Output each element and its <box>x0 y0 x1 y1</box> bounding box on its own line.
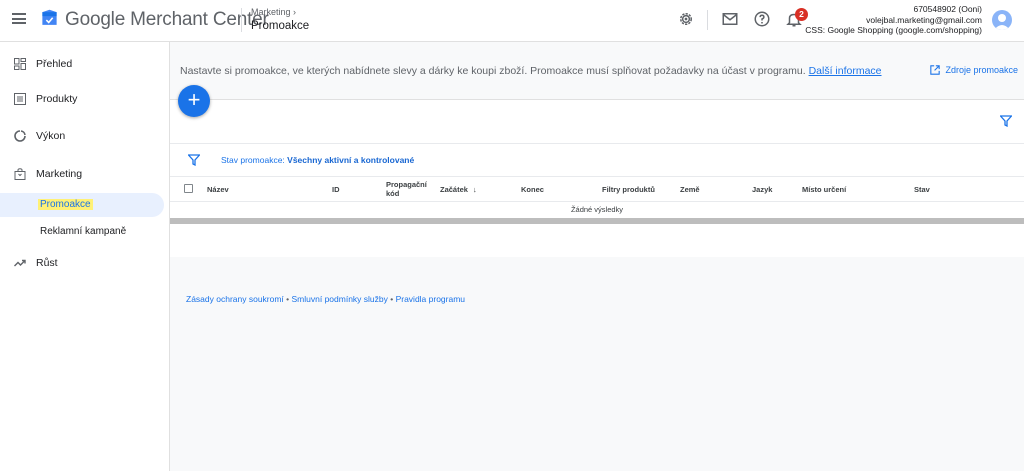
dashboard-icon <box>14 58 26 70</box>
empty-results-text: Žádné výsledky <box>570 205 624 214</box>
terms-of-service-link[interactable]: Smluvní podmínky služby <box>292 294 388 304</box>
filter-icon <box>188 154 200 166</box>
trending-up-icon <box>14 259 26 267</box>
column-header-status[interactable]: Stav <box>914 185 930 194</box>
sidebar-item-label: Růst <box>36 257 58 269</box>
avatar[interactable] <box>992 10 1012 30</box>
learn-more-link[interactable]: Další informace <box>809 65 882 77</box>
breadcrumb-parent[interactable]: Marketing <box>251 7 291 17</box>
privacy-policy-link[interactable]: Zásady ochrany soukromí <box>186 294 284 304</box>
list-icon <box>14 93 26 105</box>
account-id: 670548902 (Ooni) <box>913 4 982 14</box>
column-header-country[interactable]: Země <box>680 185 700 194</box>
breadcrumb[interactable]: Marketing › <box>251 7 296 17</box>
select-all-checkbox[interactable] <box>184 184 193 193</box>
bag-icon <box>14 168 26 180</box>
column-header-destination[interactable]: Místo určení <box>802 185 846 194</box>
account-email: volejbal.marketing@gmail.com <box>866 14 982 25</box>
footer-links: Zásady ochrany soukromí • Smluvní podmín… <box>186 294 465 304</box>
sidebar-item-overview[interactable]: Přehled <box>0 51 170 77</box>
chevron-right-icon: › <box>293 7 297 17</box>
sidebar-item-label: Produkty <box>36 93 78 105</box>
column-header-end[interactable]: Konec <box>521 185 544 194</box>
column-header-start-label: Začátek <box>440 185 468 194</box>
filter-icon[interactable] <box>1000 115 1012 127</box>
menu-icon[interactable] <box>12 13 26 24</box>
horizontal-scrollbar[interactable] <box>170 218 1024 224</box>
promotions-table-card: Stav promoakce: Všechny aktivní a kontro… <box>170 99 1024 257</box>
promotion-sources-link[interactable]: Zdroje promoakce <box>930 65 1018 75</box>
header-divider <box>241 8 242 32</box>
column-header-promo-code[interactable]: Propagační kód <box>386 180 427 198</box>
main-content: Nastavte si promoakce, ve kterých nabídn… <box>170 42 1024 471</box>
user-avatar-icon <box>994 14 1010 30</box>
top-app-bar: Google Merchant Center Marketing › Promo… <box>0 0 1024 42</box>
account-info[interactable]: 670548902 (Ooni) volejbal.marketing@gmai… <box>805 4 982 36</box>
sidebar-item-marketing[interactable]: Marketing <box>0 161 170 187</box>
page-title: Promoakce <box>251 20 310 32</box>
column-header-promo-code-line1: Propagační <box>386 180 427 189</box>
column-header-start[interactable]: Začátek ↓ <box>440 185 477 194</box>
intro-description: Nastavte si promoakce, ve kterých nabídn… <box>180 65 806 77</box>
sidebar-item-label: Přehled <box>36 58 73 70</box>
sidebar-item-label: Marketing <box>36 168 83 180</box>
sort-arrow-down-icon: ↓ <box>473 185 477 194</box>
app-title: Google Merchant Center <box>65 9 269 30</box>
account-css: CSS: Google Shopping (google.com/shoppin… <box>805 25 982 35</box>
sidebar-item-products[interactable]: Produkty <box>0 86 170 112</box>
column-header-promo-code-line2: kód <box>386 189 400 198</box>
column-header-name[interactable]: Název <box>207 185 229 194</box>
filter-value: Všechny aktivní a kontrolované <box>287 155 415 165</box>
sidebar-item-growth[interactable]: Růst <box>0 250 170 276</box>
help-icon[interactable] <box>753 10 771 28</box>
column-header-id[interactable]: ID <box>332 185 340 194</box>
active-filter-row[interactable]: Stav promoakce: Všechny aktivní a kontro… <box>170 143 1024 176</box>
sidebar-subitem-label: Promoakce <box>38 199 93 210</box>
performance-icon <box>14 130 26 142</box>
filter-prefix: Stav promoakce: <box>221 155 285 165</box>
program-policies-link[interactable]: Pravidla programu <box>396 294 465 304</box>
mail-icon[interactable] <box>721 10 739 28</box>
sidebar-subitem-ad-campaigns[interactable]: Reklamní kampaně <box>0 220 164 244</box>
column-header-language[interactable]: Jazyk <box>752 185 772 194</box>
sidebar-nav: Přehled Produkty Výkon Marketing Promoak… <box>0 42 170 471</box>
sidebar-subitem-promotions[interactable]: Promoakce <box>0 193 164 217</box>
merchant-center-logo-icon <box>42 9 57 25</box>
footer-separator: • <box>283 294 292 304</box>
header-separator <box>707 10 708 30</box>
open-in-new-icon <box>930 65 941 75</box>
intro-text: Nastavte si promoakce, ve kterých nabídn… <box>180 65 882 77</box>
sidebar-subitem-label: Reklamní kampaně <box>40 226 127 237</box>
sidebar-item-performance[interactable]: Výkon <box>0 123 170 149</box>
settings-gear-icon[interactable] <box>677 10 695 28</box>
column-header-product-filters[interactable]: Filtry produktů <box>602 185 655 194</box>
filter-chip[interactable]: Stav promoakce: Všechny aktivní a kontro… <box>221 155 414 165</box>
table-header: Název ID Propagační kód Začátek ↓ Konec … <box>170 176 1024 202</box>
footer-separator: • <box>387 294 396 304</box>
sidebar-item-label: Výkon <box>36 130 66 142</box>
add-promotion-button[interactable]: + <box>178 85 210 117</box>
promotion-sources-label: Zdroje promoakce <box>945 65 1018 75</box>
